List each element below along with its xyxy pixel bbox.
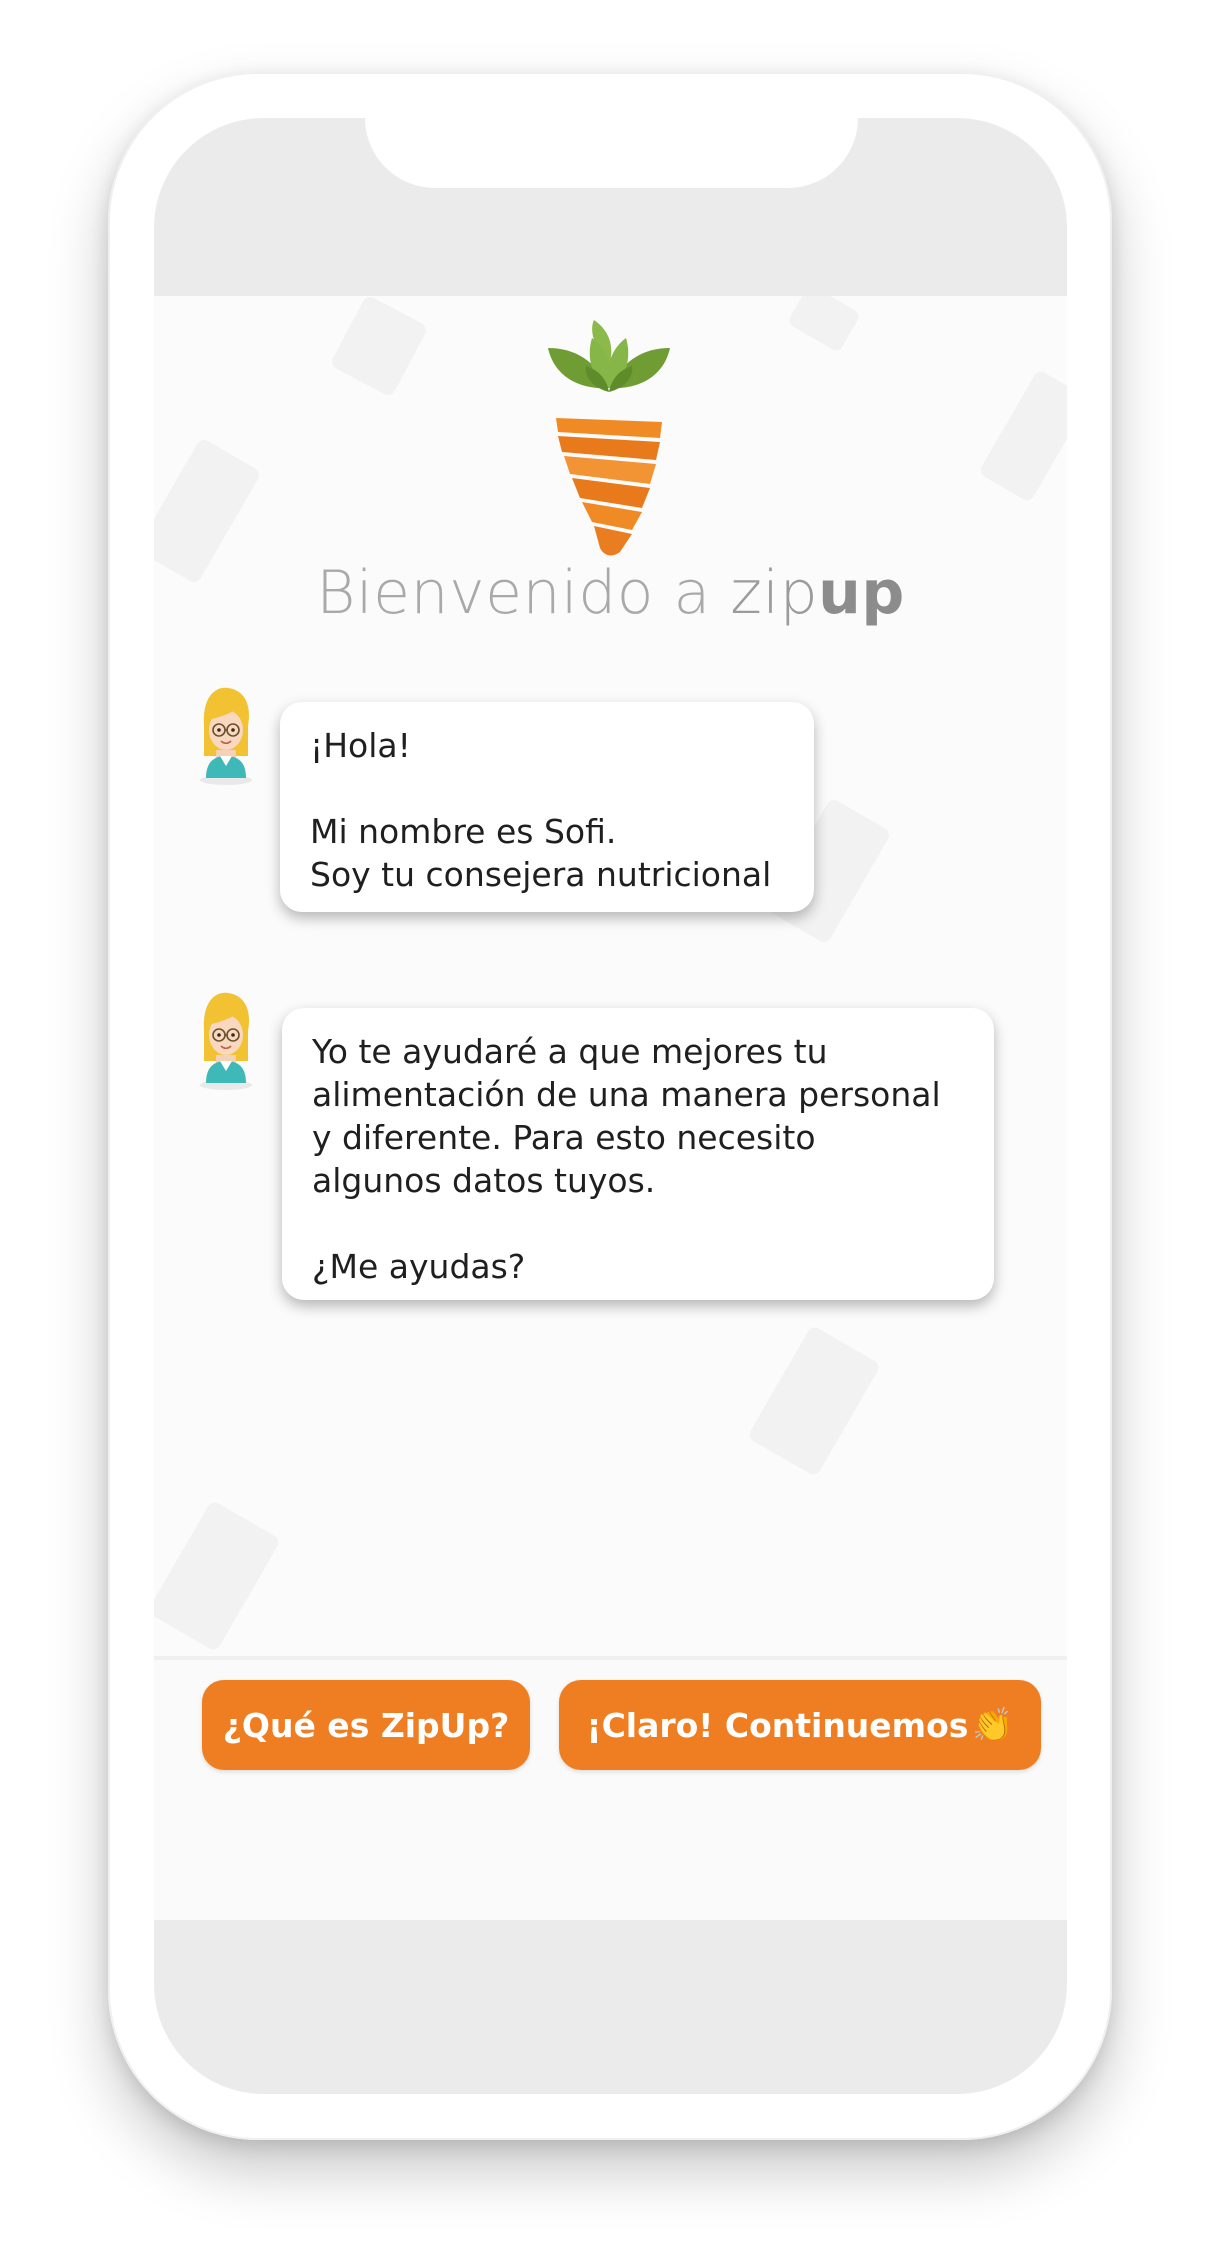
welcome-title: Bienvenido a zipup	[154, 558, 1067, 628]
quick-reply-bar: ¿Qué es ZipUp? ¡Claro! Continuemos 👏	[154, 1656, 1067, 1920]
clapping-hands-icon: 👏	[972, 1705, 1014, 1744]
continue-button[interactable]: ¡Claro! Continuemos 👏	[559, 1680, 1041, 1770]
background-decoration	[978, 369, 1067, 503]
phone-notch	[365, 118, 858, 188]
avatar-icon	[196, 991, 256, 1091]
brand-bold: up	[818, 558, 905, 628]
carrot-logo-icon	[534, 318, 684, 558]
background-decoration	[154, 1499, 282, 1653]
background-decoration	[329, 296, 429, 398]
what-is-zipup-label: ¿Qué es ZipUp?	[222, 1705, 510, 1745]
background-decoration	[786, 296, 862, 353]
chat-message-bubble: ¡Hola! Mi nombre es Sofi. Soy tu conseje…	[280, 702, 814, 912]
continue-label: ¡Claro! Continuemos	[586, 1705, 969, 1745]
brand-light: zip	[730, 558, 819, 628]
what-is-zipup-button[interactable]: ¿Qué es ZipUp?	[202, 1680, 530, 1770]
chat-screen: Bienvenido a zipup ¡Hola! Mi nombre es S…	[154, 296, 1067, 1920]
avatar-icon	[196, 686, 256, 786]
welcome-prefix: Bienvenido a	[316, 558, 731, 628]
chat-message-bubble: Yo te ayudaré a que mejores tu alimentac…	[282, 1008, 994, 1300]
background-decoration	[746, 1324, 882, 1478]
